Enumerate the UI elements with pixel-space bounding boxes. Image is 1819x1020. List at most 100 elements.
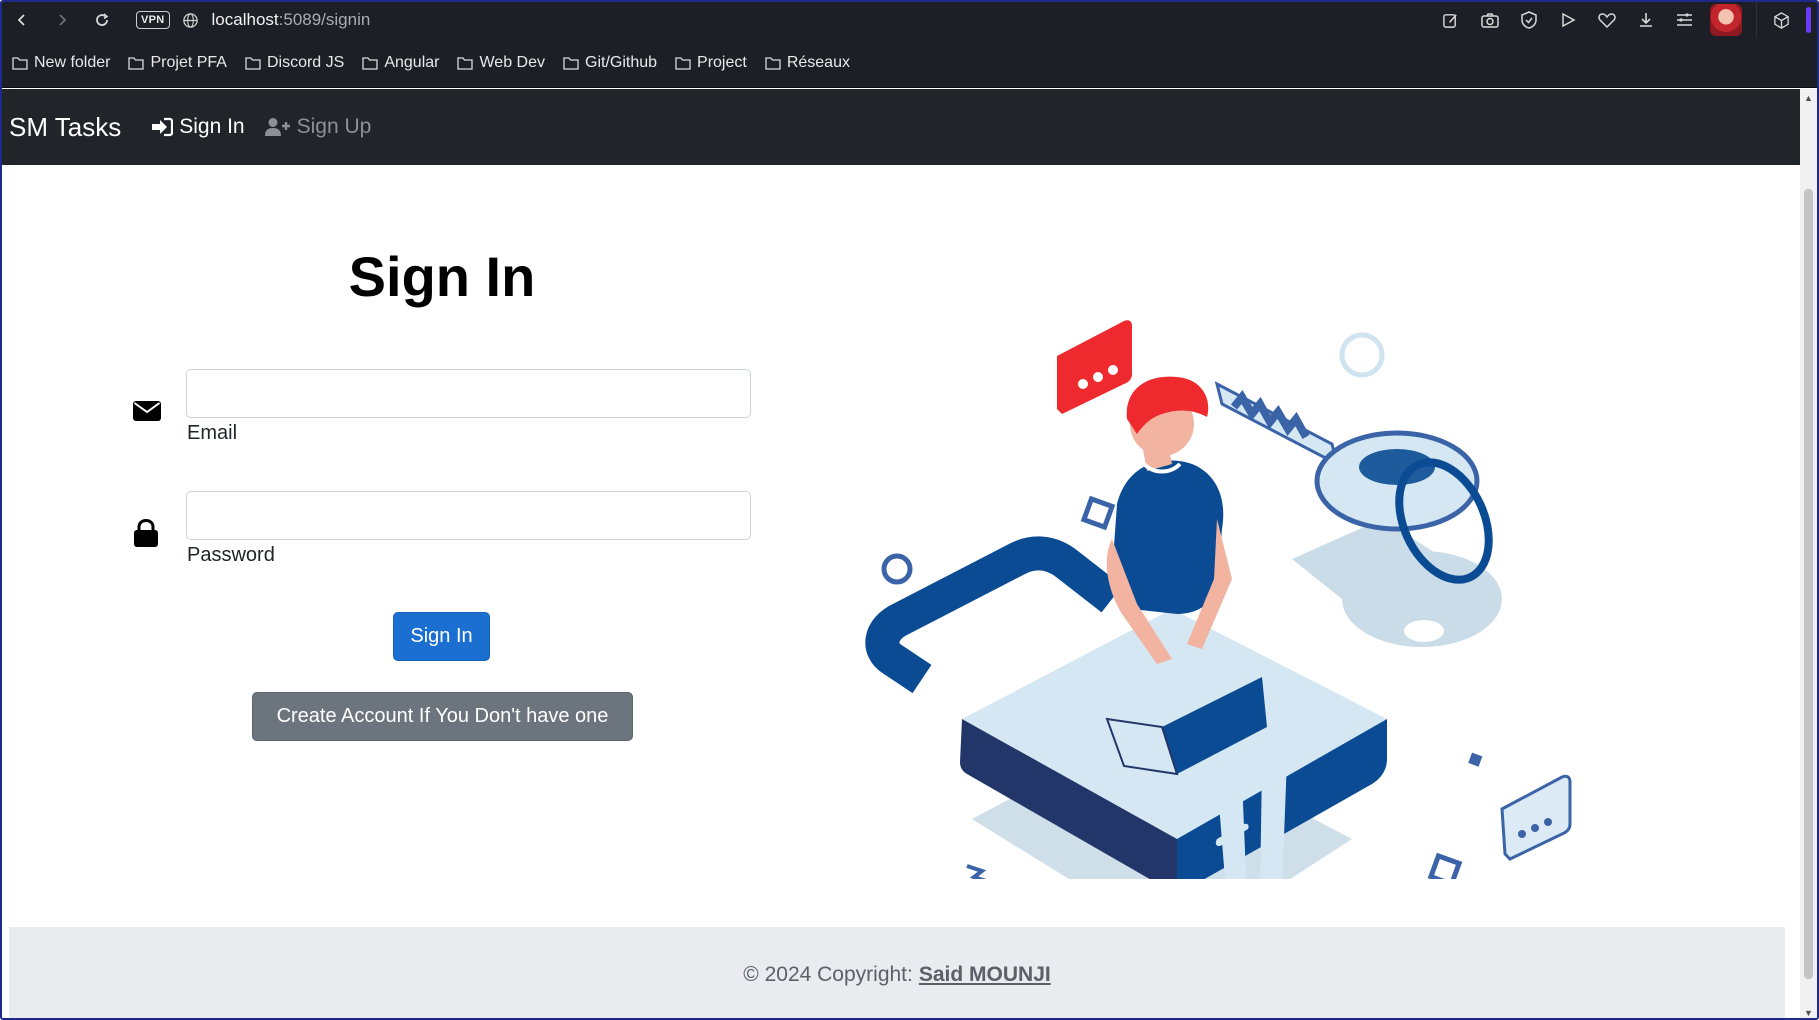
url-path: :5089/signin	[278, 10, 371, 29]
chat-dot	[1531, 824, 1539, 832]
deco-square	[1468, 752, 1483, 767]
app-navbar: SM Tasks Sign In Sign Up	[2, 89, 1802, 165]
scroll-up-icon[interactable]: ▲	[1804, 93, 1813, 103]
chat-dot	[1093, 372, 1103, 382]
deco-circle	[1339, 332, 1385, 378]
password-label: Password	[187, 544, 275, 566]
play-icon	[1561, 12, 1576, 28]
menu-lines-icon	[1677, 13, 1692, 26]
deco-circle	[881, 553, 913, 585]
forward-button[interactable]	[42, 2, 82, 38]
back-arrow-icon	[17, 14, 25, 26]
bookmark-folder[interactable]: Projet PFA	[128, 53, 227, 72]
sign-in-icon	[152, 117, 174, 137]
extensions-button[interactable]	[1756, 2, 1806, 38]
deco-square	[1427, 852, 1463, 879]
password-input[interactable]	[186, 491, 751, 540]
envelope-icon	[133, 401, 161, 426]
security-illustration	[865, 320, 1572, 879]
brand-link[interactable]: SM Tasks	[9, 112, 121, 143]
bookmark-folder[interactable]: Réseaux	[765, 54, 850, 72]
scroll-down-icon[interactable]: ▼	[1804, 1008, 1813, 1018]
person-leg	[1260, 759, 1287, 879]
folder-icon	[12, 56, 28, 70]
forward-arrow-icon	[59, 14, 67, 26]
nav-sign-in[interactable]: Sign In	[151, 115, 245, 139]
bookmark-folder[interactable]: Angular	[362, 54, 439, 72]
sidebar-accent	[1806, 7, 1811, 33]
chat-bubble-red	[1057, 320, 1132, 414]
vpn-badge[interactable]: VPN	[136, 11, 170, 29]
lock-icon	[133, 518, 159, 552]
bookmark-label: New folder	[34, 53, 111, 71]
chat-dot	[1544, 818, 1552, 826]
nav-sign-up[interactable]: Sign Up	[264, 115, 372, 139]
folder-icon	[245, 56, 261, 70]
player-button[interactable]	[1548, 2, 1587, 38]
back-button[interactable]	[2, 2, 42, 38]
deco-zigzag	[966, 864, 987, 879]
reload-button[interactable]	[82, 2, 122, 38]
nav-sign-up-label: Sign Up	[296, 115, 372, 138]
deco-square	[1080, 495, 1116, 531]
bookmark-folder[interactable]: Web Dev	[457, 54, 545, 72]
author-link[interactable]: Said MOUNJI	[919, 963, 1051, 987]
browser-window: VPN localhost:5089/signin New folder Pro…	[0, 0, 1819, 1020]
globe-icon	[182, 11, 200, 29]
folder-icon	[457, 56, 474, 70]
bookmark-label: Project	[697, 53, 747, 71]
page-scrollbar[interactable]: ▲ ▼	[1800, 89, 1817, 1018]
edit-note-icon	[1443, 13, 1457, 28]
bookmark-folder[interactable]: Discord JS	[245, 54, 344, 72]
bookmark-label: Angular	[384, 53, 440, 71]
bookmarks-bar: New folder Projet PFA Discord JS Angular…	[2, 38, 1817, 88]
camera-icon	[1480, 13, 1499, 28]
chat-dot	[1108, 365, 1118, 375]
shadow-shape	[1404, 620, 1444, 642]
bookmark-folder[interactable]: Git/Github	[563, 54, 657, 72]
profile-avatar[interactable]	[1710, 4, 1742, 36]
cube-icon	[1774, 11, 1789, 29]
page-viewport: SM Tasks Sign In Sign Up Sign In Email P…	[2, 89, 1802, 1018]
scrollbar-thumb[interactable]	[1804, 189, 1813, 979]
key-shaft	[1214, 381, 1340, 467]
page-title: Sign In	[348, 245, 536, 308]
bookmark-label: Web Dev	[479, 53, 545, 71]
bookmark-label: Réseaux	[786, 53, 850, 71]
shield-button[interactable]	[1509, 2, 1548, 38]
downloads-button[interactable]	[1626, 2, 1665, 38]
bookmark-folder[interactable]: Project	[675, 54, 747, 72]
folder-icon	[675, 56, 691, 70]
heart-icon	[1597, 13, 1616, 28]
reload-icon	[96, 13, 109, 26]
bookmark-label: Discord JS	[266, 53, 345, 71]
url-host: localhost	[211, 10, 279, 29]
folder-icon	[765, 56, 781, 70]
key-hole	[1359, 449, 1435, 485]
folder-icon	[128, 56, 145, 70]
url-field[interactable]: localhost:5089/signin	[212, 10, 371, 30]
download-icon	[1639, 13, 1652, 27]
favorites-button[interactable]	[1587, 2, 1626, 38]
create-account-button[interactable]: Create Account If You Don't have one	[252, 692, 633, 741]
email-input[interactable]	[186, 369, 751, 418]
address-bar: VPN localhost:5089/signin	[2, 2, 1817, 38]
copyright-text: © 2024 Copyright:	[743, 962, 913, 986]
snapshot-button[interactable]	[1470, 2, 1509, 38]
chat-dot	[1078, 379, 1088, 389]
folder-icon	[563, 56, 579, 70]
chat-dot	[1518, 830, 1526, 838]
bookmark-label: Git/Github	[585, 53, 658, 71]
nav-sign-in-label: Sign In	[179, 115, 245, 138]
user-plus-icon	[264, 118, 290, 136]
bookmark-folder[interactable]: New folder	[12, 54, 110, 72]
sign-in-button[interactable]: Sign In	[393, 612, 490, 661]
shield-icon	[1520, 11, 1537, 29]
bookmark-label: Projet PFA	[150, 53, 227, 71]
browser-toolbar	[1431, 2, 1817, 38]
page-footer: © 2024 Copyright: Said MOUNJI	[9, 927, 1785, 1018]
chat-bubble-blue	[1500, 774, 1572, 861]
email-label: Email	[187, 422, 238, 444]
easy-setup-button[interactable]	[1665, 2, 1704, 38]
edit-note-button[interactable]	[1431, 2, 1470, 38]
